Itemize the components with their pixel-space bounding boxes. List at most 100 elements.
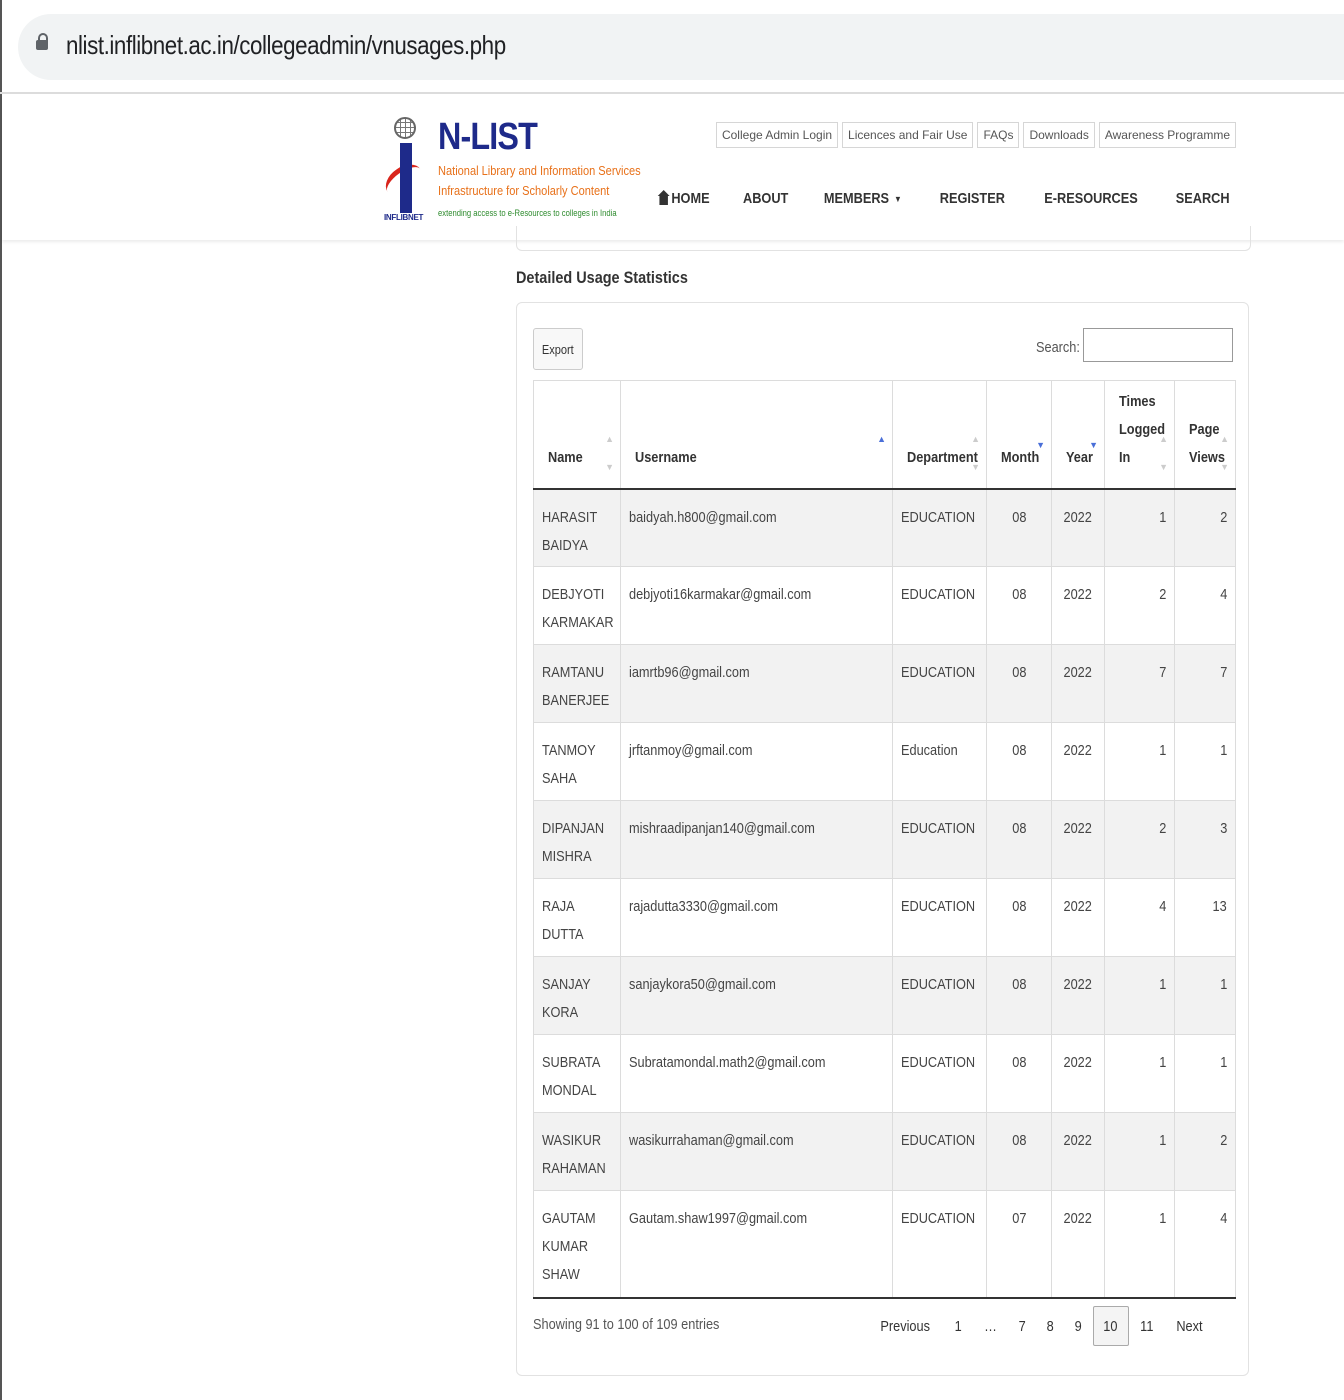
cell-logins: 1 <box>1104 1190 1175 1299</box>
cell-month-text: 08 <box>1011 1054 1027 1071</box>
cell-views: 4 <box>1174 1190 1236 1299</box>
cell-department-text: EDUCATION <box>901 1210 976 1227</box>
page-9[interactable]: 9 <box>1064 1306 1092 1346</box>
top-links: College Admin Login Licences and Fair Us… <box>715 122 1236 148</box>
cell-views-text: 3 <box>1219 820 1227 837</box>
site-logo[interactable]: INFLIBNET N-LIST National Library and In… <box>379 117 654 227</box>
table-row: DEBJYOTI KARMAKAR debjyoti16karmakar@gmail… <box>533 566 1236 645</box>
cell-username: jrftanmoy@gmail.com <box>620 722 893 801</box>
cell-department: EDUCATION <box>892 878 987 957</box>
search-label: Search: <box>1036 339 1080 356</box>
page-9-label: 9 <box>1075 1317 1083 1335</box>
cell-year-text: 2022 <box>1063 742 1093 759</box>
nav-members[interactable]: MEMBERS ▼ <box>824 190 902 207</box>
cell-views-text: 4 <box>1219 586 1227 603</box>
cell-name: DEBJYOTI KARMAKAR <box>533 566 621 645</box>
export-button[interactable]: Export <box>533 328 583 370</box>
page-next-label: Next <box>1176 1317 1203 1335</box>
col-name[interactable]: Name ▲ ▼ <box>533 380 621 490</box>
page-next[interactable]: Next <box>1164 1306 1215 1346</box>
col-name-label: Name <box>548 448 583 466</box>
cell-username: Subratamondal.math2@gmail.com <box>620 1034 893 1113</box>
col-times-logged-in[interactable]: Times Logged In ▲ ▼ <box>1104 380 1175 490</box>
college-admin-login-link[interactable]: College Admin Login <box>715 122 839 148</box>
cell-month: 08 <box>986 1034 1052 1113</box>
table-row: SANJAY KORA sanjaykora50@gmail.com EDUCATIO… <box>533 956 1236 1035</box>
url-text[interactable]: nlist.inflibnet.ac.in/collegeadmin/vnusa… <box>66 30 506 61</box>
name-line: KUMAR <box>542 1238 589 1255</box>
nav-about[interactable]: ABOUT <box>743 190 788 207</box>
col-month[interactable]: Month ▼ <box>986 380 1052 490</box>
col-department-label: Department <box>907 448 978 466</box>
cell-department: EDUCATION <box>892 644 987 723</box>
cell-views-text: 2 <box>1219 508 1227 526</box>
cell-name: TANMOY SAHA <box>533 722 621 801</box>
cell-logins: 2 <box>1104 566 1175 645</box>
name-line: MISHRA <box>542 848 592 865</box>
lock-icon <box>36 33 48 50</box>
name-line: SANJAY <box>542 976 591 993</box>
search-input[interactable] <box>1083 328 1233 362</box>
page-11[interactable]: 11 <box>1129 1306 1165 1346</box>
page-1[interactable]: 1 <box>944 1306 972 1346</box>
cell-logins: 1 <box>1104 1034 1175 1113</box>
logo-line-3: extending access to e-Resources to colle… <box>438 208 617 218</box>
cell-views: 13 <box>1174 878 1236 957</box>
cell-name: SUBRATA MONDAL <box>533 1034 621 1113</box>
cell-month-text: 08 <box>1011 820 1027 837</box>
page-10-current[interactable]: 10 <box>1092 1306 1129 1346</box>
nav-register[interactable]: REGISTER <box>940 190 1005 207</box>
cell-username-text: jrftanmoy@gmail.com <box>629 742 753 759</box>
nav-search[interactable]: SEARCH <box>1175 190 1229 207</box>
cell-logins: 1 <box>1104 956 1175 1035</box>
cell-month-text: 08 <box>1011 586 1027 603</box>
name-line: SUBRATA <box>542 1054 601 1071</box>
table-row: SUBRATA MONDAL Subratamondal.math2@gmail.c… <box>533 1034 1236 1113</box>
cell-views-text: 1 <box>1219 976 1227 993</box>
cell-username-text: Subratamondal.math2@gmail.com <box>629 1054 826 1071</box>
nav-home-label: HOME <box>671 190 710 207</box>
cell-logins-text: 2 <box>1158 586 1166 603</box>
col-page-views[interactable]: Page Views ▲ ▼ <box>1174 380 1236 490</box>
faqs-link[interactable]: FAQs <box>977 122 1020 148</box>
cell-username: baidyah.h800@gmail.com <box>620 488 893 567</box>
cell-department-text: EDUCATION <box>901 1132 976 1149</box>
cell-logins-text: 1 <box>1158 1132 1166 1149</box>
page-7[interactable]: 7 <box>1008 1306 1036 1346</box>
cell-year-text: 2022 <box>1063 508 1093 526</box>
cell-username-text: baidyah.h800@gmail.com <box>629 508 777 526</box>
sort-desc-icon: ▼ <box>1036 440 1045 450</box>
col-year[interactable]: Year ▼ <box>1051 380 1105 490</box>
nav-home[interactable]: HOME <box>657 190 710 207</box>
cell-logins-text: 4 <box>1158 898 1166 915</box>
table-row: WASIKUR RAHAMAN wasikurrahaman@gmail.com ED… <box>533 1112 1236 1191</box>
cell-logins: 1 <box>1104 1112 1175 1191</box>
page-previous[interactable]: Previous <box>866 1306 944 1346</box>
col-department[interactable]: Department ▲ ▼ <box>892 380 987 490</box>
cell-month-text: 08 <box>1011 1132 1027 1149</box>
cell-month: 08 <box>986 956 1052 1035</box>
col-username[interactable]: Username ▲ <box>620 380 893 490</box>
downloads-link[interactable]: Downloads <box>1023 122 1095 148</box>
licences-link[interactable]: Licences and Fair Use <box>842 122 974 148</box>
cell-views-text: 13 <box>1212 898 1227 915</box>
cell-logins: 1 <box>1104 488 1175 567</box>
name-line: RAMTANU <box>542 664 605 681</box>
logo-line-1: National Library and Information Service… <box>438 163 641 178</box>
cell-name: WASIKUR RAHAMAN <box>533 1112 621 1191</box>
cell-username: wasikurrahaman@gmail.com <box>620 1112 893 1191</box>
cell-department-text: EDUCATION <box>901 664 976 681</box>
nav-eresources[interactable]: E-RESOURCES <box>1044 190 1138 207</box>
home-icon <box>657 190 670 205</box>
awareness-link[interactable]: Awareness Programme <box>1098 122 1236 148</box>
cell-views-text: 7 <box>1219 664 1227 681</box>
cell-month: 08 <box>986 722 1052 801</box>
page-ellipsis-label: … <box>983 1317 997 1335</box>
cell-username: rajadutta3330@gmail.com <box>620 878 893 957</box>
cell-username-text: rajadutta3330@gmail.com <box>629 898 779 915</box>
page-8[interactable]: 8 <box>1036 1306 1064 1346</box>
col-username-label: Username <box>635 448 697 466</box>
sort-icon: ▲ ▼ <box>971 434 980 472</box>
cell-year: 2022 <box>1051 1112 1105 1191</box>
main-nav: HOME ABOUT MEMBERS ▼ REGISTER E-RESOURCE… <box>655 190 1234 207</box>
